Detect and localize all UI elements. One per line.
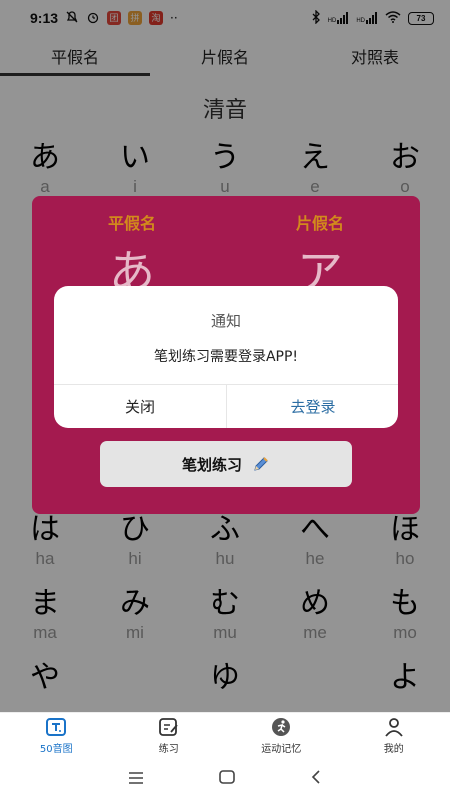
dialog-title: 通知 [210, 312, 241, 330]
bottom-nav: 50音图 练习 运动记忆 我的 [0, 712, 450, 758]
nav-item-motion-memory[interactable]: 运动记忆 [225, 713, 338, 758]
profile-icon [383, 717, 405, 737]
hiragana-label: 平假名 [107, 214, 156, 233]
nav-item-profile[interactable]: 我的 [338, 713, 450, 758]
dialog-close-button[interactable]: 关闭 [54, 385, 226, 428]
menu-icon[interactable] [127, 770, 145, 789]
katakana-label: 片假名 [295, 214, 344, 233]
chart-50-icon [45, 717, 67, 737]
back-icon[interactable] [309, 769, 323, 789]
notification-dialog: 通知 笔划练习需要登录APP! 关闭 去登录 [54, 286, 398, 428]
stroke-practice-label: 笔划练习 [181, 455, 242, 474]
stroke-practice-button[interactable]: 笔划练习 [100, 441, 352, 487]
system-nav-bar [0, 758, 450, 800]
motion-memory-icon [270, 717, 292, 737]
practice-icon [158, 717, 180, 737]
dialog-message: 笔划练习需要登录APP! [153, 349, 299, 365]
nav-label-profile: 我的 [383, 743, 404, 755]
nav-item-practice[interactable]: 练习 [113, 713, 226, 758]
nav-label-motion-memory: 运动记忆 [261, 743, 302, 755]
nav-label-50-chart: 50音图 [39, 743, 73, 755]
pencil-icon [252, 455, 270, 473]
dialog-login-button[interactable]: 去登录 [227, 385, 398, 428]
home-icon[interactable] [218, 769, 236, 789]
nav-item-50-chart[interactable]: 50音图 [0, 713, 113, 758]
nav-label-practice: 练习 [158, 743, 179, 755]
